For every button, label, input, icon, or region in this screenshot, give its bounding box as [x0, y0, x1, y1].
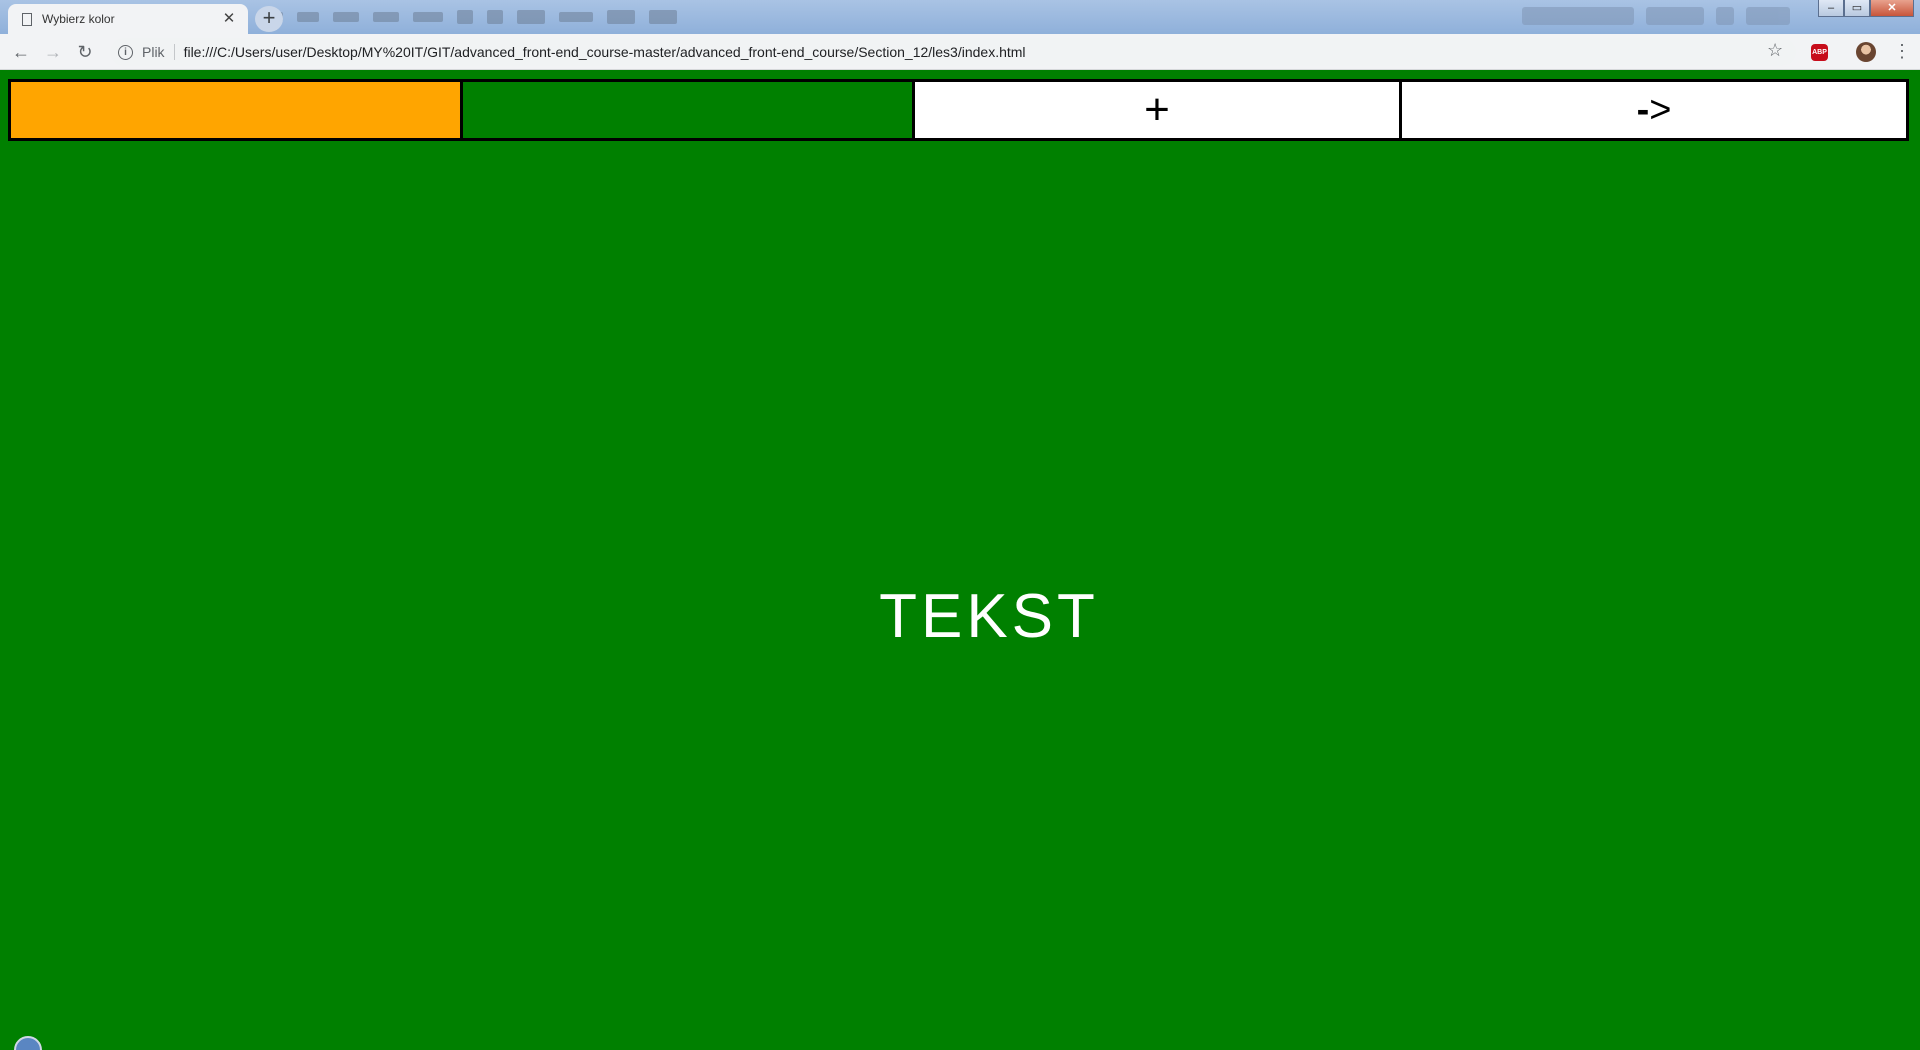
tab-title: Wybierz kolor [42, 12, 115, 26]
background-app-toolbar [265, 6, 677, 28]
address-bar[interactable]: i Plik file:///C:/Users/user/Desktop/MY%… [110, 38, 1796, 66]
green-color-button[interactable] [460, 79, 915, 141]
background-app-controls [1522, 7, 1790, 27]
maximize-button[interactable]: ▭ [1844, 0, 1870, 17]
back-button[interactable]: ← [10, 41, 32, 63]
browser-toolbar: ← → ↻ i Plik file:///C:/Users/user/Deskt… [0, 34, 1920, 70]
adblock-extension-icon[interactable]: ABP [1811, 44, 1828, 61]
tab-active[interactable]: Wybierz kolor ✕ [8, 4, 248, 34]
orange-color-button[interactable] [8, 79, 463, 141]
button-row: + - > [8, 79, 1912, 141]
url-scheme-label: Plik [142, 44, 175, 60]
site-info-icon[interactable]: i [118, 44, 133, 60]
close-tab-icon[interactable]: ✕ [220, 10, 238, 28]
add-color-button[interactable]: + [912, 79, 1402, 141]
window-controls: – ▭ ✕ [1818, 0, 1914, 18]
forward-button[interactable]: → [42, 41, 64, 63]
url-text[interactable]: file:///C:/Users/user/Desktop/MY%20IT/GI… [184, 44, 1026, 60]
browser-window: Wybierz kolor ✕ + – ▭ ✕ ← → ↻ i Plik fil… [0, 0, 1920, 1050]
bookmark-star-icon[interactable]: ☆ [1767, 40, 1783, 61]
arrow-dash: - [1636, 88, 1650, 131]
browser-menu-icon[interactable]: ⋮ [1893, 41, 1911, 61]
close-window-button[interactable]: ✕ [1870, 0, 1914, 17]
profile-avatar[interactable] [1856, 42, 1876, 62]
minimize-button[interactable]: – [1818, 0, 1844, 17]
taskbar-orb-icon [14, 1036, 42, 1050]
new-tab-button[interactable]: + [255, 6, 283, 32]
center-text: TEKST [879, 582, 1099, 651]
page-content: + - > TEKST [0, 71, 1920, 1050]
document-icon [22, 12, 32, 26]
tab-strip: Wybierz kolor ✕ + – ▭ ✕ [0, 0, 1920, 34]
next-color-button[interactable]: - > [1399, 79, 1909, 141]
arrow-head: > [1649, 88, 1672, 131]
reload-button[interactable]: ↻ [74, 41, 96, 63]
